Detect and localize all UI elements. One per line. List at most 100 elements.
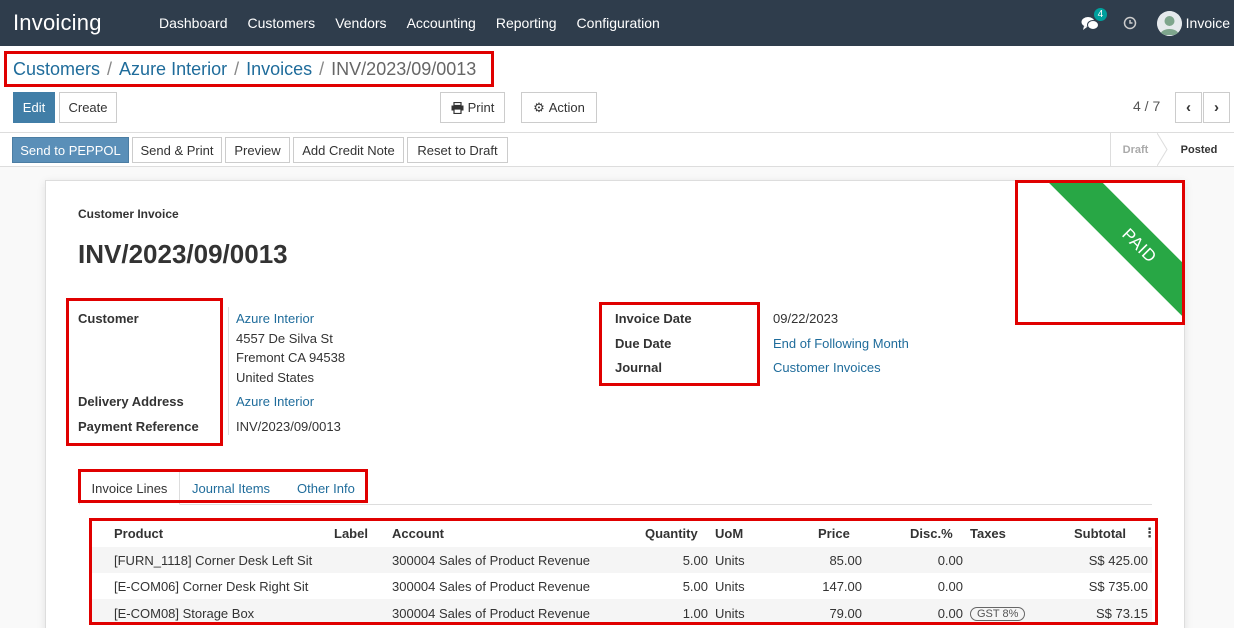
chevron-right-icon: ›	[1214, 99, 1219, 116]
breadcrumb-current: INV/2023/09/0013	[331, 59, 477, 79]
menu-accounting[interactable]: Accounting	[407, 15, 476, 31]
chat-count-badge: 4	[1093, 8, 1108, 21]
main-menu: Dashboard Customers Vendors Accounting R…	[159, 15, 680, 31]
invoice-number: INV/2023/09/0013	[78, 239, 288, 269]
col-quantity[interactable]: Quantity	[645, 526, 698, 541]
edit-button[interactable]: Edit	[13, 92, 55, 123]
invoice-type: Customer Invoice	[78, 207, 179, 221]
status-bar: Send to PEPPOL Send & Print Preview Add …	[0, 133, 1234, 167]
print-label: Print	[467, 100, 495, 115]
due-date-link[interactable]: End of Following Month	[773, 336, 909, 351]
action-button[interactable]: ⚙ Action	[521, 92, 597, 123]
col-account[interactable]: Account	[392, 526, 444, 541]
add-credit-note-button[interactable]: Add Credit Note	[293, 137, 404, 163]
row-discount[interactable]: 0.00	[906, 553, 963, 568]
due-date-label: Due Date	[615, 336, 672, 351]
customer-link[interactable]: Azure Interior	[236, 311, 314, 326]
row-taxes[interactable]: GST 8%	[970, 605, 1026, 621]
col-label[interactable]: Label	[334, 526, 368, 541]
tab-invoice-lines[interactable]: Invoice Lines	[79, 471, 180, 505]
paid-ribbon: PAID	[1014, 181, 1184, 326]
journal-link[interactable]: Customer Invoices	[773, 360, 881, 375]
menu-customers[interactable]: Customers	[248, 15, 316, 31]
col-uom[interactable]: UoM	[715, 526, 743, 541]
column-options-icon[interactable]: ⋮	[1143, 525, 1156, 541]
menu-dashboard[interactable]: Dashboard	[159, 15, 228, 31]
row-account[interactable]: 300004 Sales of Product Revenue	[392, 553, 590, 568]
row-quantity[interactable]: 5.00	[645, 579, 708, 594]
col-taxes[interactable]: Taxes	[970, 526, 1006, 541]
address-street: 4557 De Silva St	[236, 331, 333, 346]
pager-value[interactable]: 4 / 7	[1133, 98, 1160, 114]
breadcrumb-azure-interior[interactable]: Azure Interior	[119, 59, 227, 79]
row-subtotal: S$ 735.00	[1088, 579, 1148, 594]
stage-draft[interactable]: Draft	[1110, 133, 1160, 166]
delivery-address-label: Delivery Address	[78, 394, 184, 409]
invoice-date-value[interactable]: 09/22/2023	[773, 311, 838, 326]
row-price[interactable]: 79.00	[806, 606, 862, 621]
stage-posted[interactable]: Posted	[1170, 133, 1228, 166]
messages-button[interactable]: 4	[1081, 8, 1111, 33]
clock-icon[interactable]	[1123, 16, 1137, 30]
form-sheet: PAID Customer Invoice INV/2023/09/0013 C…	[45, 180, 1185, 628]
top-navbar: Invoicing Dashboard Customers Vendors Ac…	[0, 0, 1234, 46]
delivery-address-link[interactable]: Azure Interior	[236, 394, 314, 409]
row-product[interactable]: [E-COM08] Storage Box	[114, 606, 254, 621]
row-account[interactable]: 300004 Sales of Product Revenue	[392, 579, 590, 594]
navbar-right: 4 Invoice	[1081, 0, 1234, 46]
chevron-left-icon: ‹	[1186, 99, 1191, 116]
pager-next-button[interactable]: ›	[1203, 92, 1230, 123]
tax-tag: GST 8%	[970, 607, 1026, 621]
invoice-date-label: Invoice Date	[615, 311, 692, 326]
control-panel: Customers / Azure Interior / Invoices / INV/20…	[0, 46, 1234, 133]
row-subtotal: S$ 73.15	[1095, 606, 1148, 621]
menu-reporting[interactable]: Reporting	[496, 15, 557, 31]
user-avatar[interactable]	[1156, 10, 1182, 36]
row-uom[interactable]: Units	[715, 579, 745, 594]
payment-reference-label: Payment Reference	[78, 419, 199, 434]
col-product[interactable]: Product	[114, 526, 163, 541]
row-account[interactable]: 300004 Sales of Product Revenue	[392, 606, 590, 621]
row-quantity[interactable]: 1.00	[645, 606, 708, 621]
tab-other-info[interactable]: Other Info	[297, 471, 355, 505]
pager-previous-button[interactable]: ‹	[1175, 92, 1202, 123]
menu-vendors[interactable]: Vendors	[335, 15, 386, 31]
gear-icon: ⚙	[533, 99, 545, 115]
stage-arrow	[1157, 133, 1168, 166]
row-subtotal: S$ 425.00	[1088, 553, 1148, 568]
col-subtotal[interactable]: Subtotal	[1074, 526, 1126, 541]
app-name[interactable]: Invoicing	[0, 10, 159, 36]
breadcrumb: Customers / Azure Interior / Invoices / INV/20…	[13, 59, 477, 79]
journal-label: Journal	[615, 360, 662, 375]
breadcrumb-invoices[interactable]: Invoices	[246, 59, 312, 79]
address-city: Fremont CA 94538	[236, 350, 346, 365]
reset-to-draft-button[interactable]: Reset to Draft	[407, 137, 508, 163]
row-uom[interactable]: Units	[715, 606, 745, 621]
row-quantity[interactable]: 5.00	[645, 553, 708, 568]
send-to-peppol-button[interactable]: Send to PEPPOL	[12, 137, 129, 163]
create-button[interactable]: Create	[59, 92, 117, 123]
notebook-tabs: Invoice Lines Journal Items Other Info	[79, 471, 1152, 505]
col-price[interactable]: Price	[818, 526, 850, 541]
row-product[interactable]: [FURN_1118] Corner Desk Left Sit	[114, 553, 312, 568]
print-button[interactable]: Print	[440, 92, 505, 123]
user-icon	[1156, 10, 1182, 36]
action-label: Action	[548, 100, 585, 115]
row-discount[interactable]: 0.00	[906, 579, 963, 594]
customer-label: Customer	[78, 311, 139, 326]
paid-ribbon-label: PAID	[1026, 181, 1184, 326]
row-product[interactable]: [E-COM06] Corner Desk Right Sit	[114, 579, 308, 594]
tab-journal-items[interactable]: Journal Items	[192, 471, 270, 505]
breadcrumb-customers[interactable]: Customers	[13, 59, 100, 79]
print-icon	[451, 101, 464, 114]
row-price[interactable]: 85.00	[806, 553, 862, 568]
menu-configuration[interactable]: Configuration	[577, 15, 660, 31]
col-discount[interactable]: Disc.%	[910, 526, 953, 541]
user-name[interactable]: Invoice	[1186, 15, 1230, 31]
row-price[interactable]: 147.00	[806, 579, 862, 594]
send-print-button[interactable]: Send & Print	[132, 137, 222, 163]
payment-reference-value[interactable]: INV/2023/09/0013	[236, 419, 341, 434]
row-uom[interactable]: Units	[715, 553, 745, 568]
row-discount[interactable]: 0.00	[906, 606, 963, 621]
preview-button[interactable]: Preview	[225, 137, 290, 163]
